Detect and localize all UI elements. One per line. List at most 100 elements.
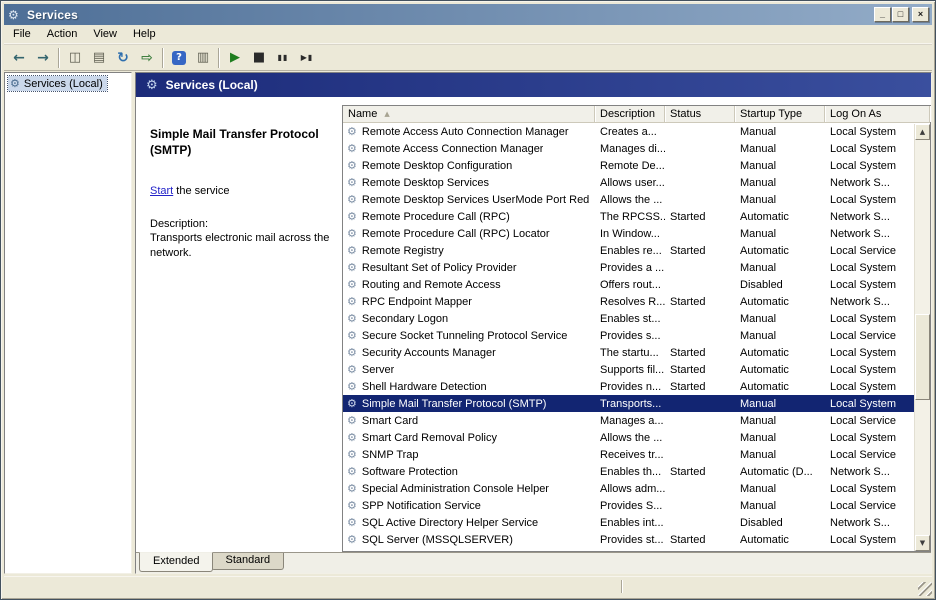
cell-description: The startu... bbox=[595, 347, 665, 359]
back-button[interactable]: ← bbox=[7, 47, 31, 69]
service-row[interactable]: ⚙Shell Hardware DetectionProvides n...St… bbox=[343, 378, 914, 395]
service-gear-icon: ⚙ bbox=[347, 483, 357, 494]
cell-name: ⚙Remote Procedure Call (RPC) bbox=[343, 211, 595, 223]
service-row[interactable]: ⚙RPC Endpoint MapperResolves R...Started… bbox=[343, 293, 914, 310]
stop-service-button[interactable]: ■ bbox=[247, 47, 271, 69]
title-bar[interactable]: ⚙ Services _□× bbox=[4, 4, 932, 25]
cell-description: Enables int... bbox=[595, 517, 665, 529]
maximize-button[interactable]: □ bbox=[892, 7, 909, 22]
service-name: Remote Desktop Services UserMode Port Re… bbox=[362, 194, 590, 206]
tab-standard[interactable]: Standard bbox=[211, 553, 284, 570]
export-list-button[interactable]: ⇨ bbox=[135, 47, 159, 69]
cell-startup-type: Automatic bbox=[735, 211, 825, 223]
cell-log-on-as: Local Service bbox=[825, 449, 914, 461]
service-name: SQL Active Directory Helper Service bbox=[362, 517, 538, 529]
service-row[interactable]: ⚙Resultant Set of Policy ProviderProvide… bbox=[343, 259, 914, 276]
show-hide-action-pane-button[interactable]: ▥ bbox=[191, 47, 215, 69]
cell-startup-type: Manual bbox=[735, 160, 825, 172]
service-row[interactable]: ⚙Remote Desktop ConfigurationRemote De..… bbox=[343, 157, 914, 174]
cell-log-on-as: Local System bbox=[825, 279, 914, 291]
service-gear-icon: ⚙ bbox=[347, 126, 357, 137]
service-row[interactable]: ⚙SQL Active Directory Helper ServiceEnab… bbox=[343, 514, 914, 531]
menu-bar: FileActionViewHelp bbox=[4, 25, 932, 44]
start-service-button[interactable]: ▶ bbox=[223, 47, 247, 69]
cell-log-on-as: Local System bbox=[825, 313, 914, 325]
scroll-thumb[interactable] bbox=[915, 314, 930, 400]
cell-log-on-as: Local System bbox=[825, 126, 914, 138]
service-row[interactable]: ⚙Simple Mail Transfer Protocol (SMTP)Tra… bbox=[343, 395, 914, 412]
service-row[interactable]: ⚙SQL Server (MSSQLSERVER)Provides st...S… bbox=[343, 531, 914, 548]
service-gear-icon: ⚙ bbox=[347, 262, 357, 273]
service-name: Server bbox=[362, 364, 394, 376]
tree-item-services-local[interactable]: ⚙ Services (Local) bbox=[8, 76, 107, 91]
column-header-description[interactable]: Description bbox=[595, 106, 665, 122]
scroll-down-button[interactable]: ▼ bbox=[915, 535, 930, 551]
service-row[interactable]: ⚙Remote RegistryEnables re...StartedAuto… bbox=[343, 242, 914, 259]
resize-grip[interactable] bbox=[918, 582, 932, 596]
cell-description: The RPCSS... bbox=[595, 211, 665, 223]
service-name: Remote Procedure Call (RPC) Locator bbox=[362, 228, 550, 240]
close-button[interactable]: × bbox=[912, 7, 929, 22]
cell-log-on-as: Local Service bbox=[825, 245, 914, 257]
menu-view[interactable]: View bbox=[85, 26, 125, 43]
scroll-up-button[interactable]: ▲ bbox=[915, 124, 930, 140]
cell-name: ⚙Secondary Logon bbox=[343, 313, 595, 325]
service-row[interactable]: ⚙Smart Card Removal PolicyAllows the ...… bbox=[343, 429, 914, 446]
service-row[interactable]: ⚙Remote Access Auto Connection ManagerCr… bbox=[343, 123, 914, 140]
cell-status: Started bbox=[665, 466, 735, 478]
service-row[interactable]: ⚙SNMP TrapReceives tr...ManualLocal Serv… bbox=[343, 446, 914, 463]
service-row[interactable]: ⚙Secondary LogonEnables st...ManualLocal… bbox=[343, 310, 914, 327]
start-service-link[interactable]: Start bbox=[150, 185, 173, 197]
service-name: Remote Desktop Configuration bbox=[362, 160, 512, 172]
service-gear-icon: ⚙ bbox=[347, 330, 357, 341]
service-row[interactable]: ⚙Remote Desktop ServicesAllows user...Ma… bbox=[343, 174, 914, 191]
service-gear-icon: ⚙ bbox=[347, 279, 357, 290]
service-row[interactable]: ⚙Remote Procedure Call (RPC) LocatorIn W… bbox=[343, 225, 914, 242]
service-row[interactable]: ⚙Secure Socket Tunneling Protocol Servic… bbox=[343, 327, 914, 344]
restart-service-icon: ▶▮ bbox=[301, 54, 314, 62]
service-row[interactable]: ⚙SPP Notification ServiceProvides S...Ma… bbox=[343, 497, 914, 514]
column-header-status[interactable]: Status bbox=[665, 106, 735, 122]
service-row[interactable]: ⚙ServerSupports fil...StartedAutomaticLo… bbox=[343, 361, 914, 378]
restart-service-button[interactable]: ▶▮ bbox=[295, 47, 319, 69]
cell-startup-type: Automatic bbox=[735, 296, 825, 308]
service-list: ⚙Remote Access Auto Connection ManagerCr… bbox=[343, 123, 930, 551]
service-gear-icon: ⚙ bbox=[347, 347, 357, 358]
cell-startup-type: Automatic (D... bbox=[735, 466, 825, 478]
cell-log-on-as: Local System bbox=[825, 347, 914, 359]
column-label: Startup Type bbox=[740, 108, 802, 120]
pause-service-button[interactable]: ▮▮ bbox=[271, 47, 295, 69]
service-gear-icon: ⚙ bbox=[347, 534, 357, 545]
service-row[interactable]: ⚙Security Accounts ManagerThe startu...S… bbox=[343, 344, 914, 361]
show-hide-console-tree-button[interactable]: ◫ bbox=[63, 47, 87, 69]
service-row[interactable]: ⚙Software ProtectionEnables th...Started… bbox=[343, 463, 914, 480]
cell-startup-type: Manual bbox=[735, 143, 825, 155]
forward-button[interactable]: → bbox=[31, 47, 55, 69]
service-row[interactable]: ⚙Smart CardManages a...ManualLocal Servi… bbox=[343, 412, 914, 429]
properties-button[interactable]: ▤ bbox=[87, 47, 111, 69]
service-row[interactable]: ⚙Remote Desktop Services UserMode Port R… bbox=[343, 191, 914, 208]
cell-description: Offers rout... bbox=[595, 279, 665, 291]
vertical-scrollbar[interactable]: ▲ ▼ bbox=[914, 124, 930, 551]
refresh-button[interactable]: ↻ bbox=[111, 47, 135, 69]
column-header-startup-type[interactable]: Startup Type bbox=[735, 106, 825, 122]
cell-description: Enables st... bbox=[595, 313, 665, 325]
service-row[interactable]: ⚙Remote Procedure Call (RPC)The RPCSS...… bbox=[343, 208, 914, 225]
menu-action[interactable]: Action bbox=[39, 26, 86, 43]
service-row[interactable]: ⚙Remote Access Connection ManagerManages… bbox=[343, 140, 914, 157]
scroll-track[interactable] bbox=[915, 140, 930, 535]
help-button[interactable]: ? bbox=[167, 47, 191, 69]
tab-extended[interactable]: Extended bbox=[139, 552, 213, 572]
cell-description: Provides st... bbox=[595, 534, 665, 546]
minimize-button[interactable]: _ bbox=[874, 7, 891, 22]
menu-help[interactable]: Help bbox=[125, 26, 164, 43]
pause-service-icon: ▮▮ bbox=[278, 54, 289, 62]
column-header-log-on-as[interactable]: Log On As bbox=[825, 106, 930, 122]
service-row[interactable]: ⚙Routing and Remote AccessOffers rout...… bbox=[343, 276, 914, 293]
column-header-name[interactable]: Name▲ bbox=[343, 106, 595, 122]
service-row[interactable]: ⚙Special Administration Console HelperAl… bbox=[343, 480, 914, 497]
menu-file[interactable]: File bbox=[5, 26, 39, 43]
cell-startup-type: Disabled bbox=[735, 279, 825, 291]
cell-log-on-as: Local System bbox=[825, 432, 914, 444]
cell-log-on-as: Network S... bbox=[825, 296, 914, 308]
